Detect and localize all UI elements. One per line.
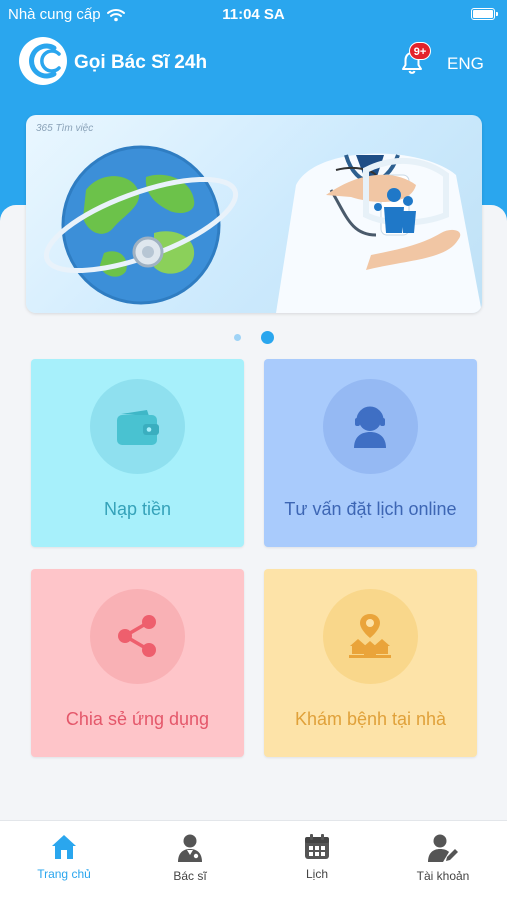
status-time: 11:04 SA [222, 6, 285, 23]
topup-icon-circle [90, 379, 185, 474]
consult-booking-card[interactable]: Tư vấn đặt lịch online [264, 359, 477, 547]
app-logo [19, 37, 67, 85]
language-toggle[interactable]: ENG [447, 54, 484, 74]
home-icon [52, 835, 76, 859]
status-bar: Nhà cung cấp 11:04 SA [0, 0, 507, 30]
banner-page-indicator[interactable] [0, 331, 507, 344]
page-dot-active[interactable] [260, 331, 274, 344]
tab-calendar[interactable]: Lịch [257, 833, 377, 881]
banner-watermark: 365 Tìm việc [36, 123, 94, 134]
share-icon-circle [90, 589, 185, 684]
consult-label: Tư vấn đặt lịch online [284, 499, 457, 519]
app-title: Gọi Bác Sĩ 24h [74, 52, 208, 73]
share-icon [118, 615, 156, 657]
doctor-icon [178, 834, 202, 862]
share-app-card[interactable]: Chia sẻ ứng dụng [31, 569, 244, 757]
promo-banner[interactable]: 365 Tìm việc [26, 115, 482, 313]
consult-icon-circle [323, 379, 418, 474]
bottom-tab-bar: Trang chủ Bác sĩ Lịch Tài khoản [0, 820, 507, 900]
app-bar: Gọi Bác Sĩ 24h 9+ ENG [0, 32, 507, 92]
globe-icon [43, 145, 239, 305]
share-label: Chia sẻ ứng dụng [65, 709, 210, 729]
home-visit-card[interactable]: Khám bệnh tại nhà [264, 569, 477, 757]
battery-icon [471, 8, 498, 20]
doctor-figure [276, 153, 482, 313]
home-location-icon [349, 614, 391, 658]
tab-account-label: Tài khoản [416, 869, 470, 883]
account-edit-icon [428, 834, 458, 862]
tab-account[interactable]: Tài khoản [383, 833, 503, 883]
tab-home-label: Trang chủ [37, 867, 91, 881]
tab-doctor[interactable]: Bác sĩ [130, 833, 250, 883]
wallet-icon [117, 410, 159, 445]
topup-label: Nạp tiền [103, 499, 172, 519]
banner-illustration [43, 145, 482, 313]
topup-card[interactable]: Nạp tiền [31, 359, 244, 547]
calendar-icon [305, 834, 329, 859]
tab-home[interactable]: Trang chủ [4, 833, 124, 881]
support-agent-icon [354, 406, 386, 448]
page-dot[interactable] [233, 334, 241, 341]
notification-badge: 9+ [409, 42, 431, 60]
tab-calendar-label: Lịch [305, 867, 328, 881]
home-visit-icon-circle [323, 589, 418, 684]
home-visit-label: Khám bệnh tại nhà [294, 709, 447, 729]
tab-doctor-label: Bác sĩ [173, 869, 207, 883]
